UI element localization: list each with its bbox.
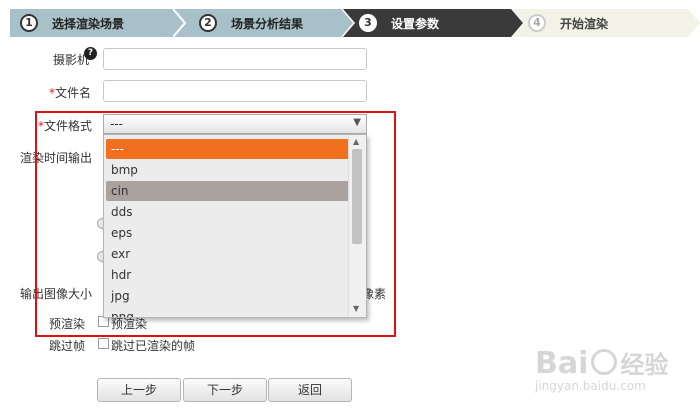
step-3-label: 设置参数 [391, 17, 440, 31]
skip-frames-checkbox[interactable] [98, 338, 109, 349]
step-4-label: 开始渲染 [560, 17, 609, 31]
help-icon-glyph: ? [87, 48, 94, 58]
step-4: 4 开始渲染 [512, 9, 700, 37]
step-2-label: 场景分析结果 [231, 17, 304, 31]
next-step-button[interactable]: 下一步 [183, 378, 267, 402]
step-3: 3 设置参数 [343, 9, 523, 37]
step-2-number: 2 [199, 14, 217, 32]
watermark-url: jingyan.baidu.com [535, 379, 646, 393]
filename-label-text: 文件名 [55, 86, 92, 100]
prev-step-button[interactable]: 上一步 [97, 378, 181, 402]
step-3-number: 3 [359, 14, 377, 32]
step-1-label: 选择渲染场景 [52, 17, 125, 31]
filename-label: *文件名 [49, 84, 91, 101]
annotation-highlight-box [35, 111, 396, 337]
back-button[interactable]: 返回 [268, 378, 352, 402]
camera-input[interactable] [103, 48, 367, 70]
step-2: 2 场景分析结果 [173, 9, 353, 37]
wizard-steps: 1 选择渲染场景 2 场景分析结果 3 设置参数 4 开始渲染 [10, 9, 700, 37]
watermark-brand: Bai [535, 346, 589, 381]
skip-frames-check-label: 跳过已渲染的帧 [111, 339, 196, 353]
step-4-number: 4 [528, 14, 546, 32]
step-1: 1 选择渲染场景 [10, 9, 190, 37]
skip-frames-label: 跳过帧 [49, 339, 86, 353]
paw-icon [591, 349, 618, 375]
watermark: Bai 经验 jingyan.baidu.com [535, 345, 668, 393]
watermark-brand-suffix: 经验 [620, 351, 669, 379]
step-1-number: 1 [20, 14, 38, 32]
filename-input[interactable] [103, 80, 367, 102]
help-icon[interactable]: ? [84, 47, 97, 60]
